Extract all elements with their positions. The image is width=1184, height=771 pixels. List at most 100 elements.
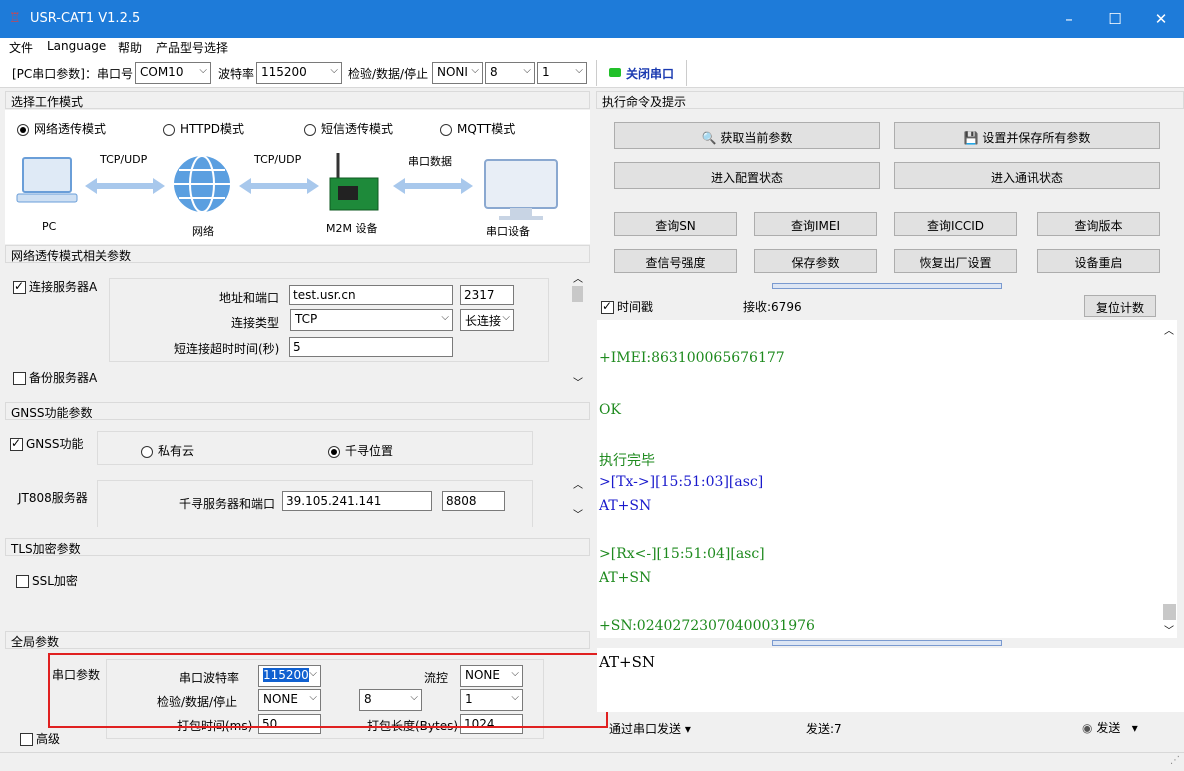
log-line: +IMEI:863100065676177 xyxy=(599,350,785,366)
mode-network[interactable]: 网络透传模式 xyxy=(17,120,106,137)
baud-select[interactable]: 115200 ⌵ xyxy=(256,62,342,84)
window-title: USR-CAT1 V1.2.5 xyxy=(30,11,141,26)
send-input-text: AT+SN xyxy=(599,653,655,671)
pc-icon xyxy=(16,157,78,203)
m2m-device-icon xyxy=(329,153,379,211)
conn-type-select[interactable]: TCP ⌵ xyxy=(290,309,453,331)
addr-label: 地址和端口 xyxy=(219,291,280,305)
gnss-scrollbar[interactable]: ︿ ﹀ xyxy=(570,476,585,524)
backup-a-checkbox[interactable]: 备份服务器A xyxy=(13,369,97,386)
timestamp-checkbox[interactable]: 时间戳 xyxy=(601,298,653,315)
query-sn-button[interactable]: 查询SN xyxy=(614,212,737,236)
get-params-button[interactable]: 🔍 获取当前参数 xyxy=(614,122,880,149)
reset-count-button[interactable]: 复位计数 xyxy=(1084,295,1156,317)
diagram-m2m-label: M2M 设备 xyxy=(326,222,378,235)
pc-params-label: [PC串口参数]：串口号 xyxy=(12,67,133,81)
close-button[interactable]: ✕ xyxy=(1138,0,1184,38)
parity-select[interactable]: NONI ⌵ xyxy=(432,62,483,84)
command-panel: 🔍 获取当前参数 💾 设置并保存所有参数 进入配置状态 进入通讯状态 查询SN … xyxy=(596,110,1184,285)
log-line: AT+SN xyxy=(599,498,652,514)
port-input[interactable]: 2317 xyxy=(460,285,514,305)
qianxun-radio[interactable]: 千寻位置 xyxy=(328,442,393,459)
chevron-down-icon: ⌵ xyxy=(523,65,531,76)
reboot-button[interactable]: 设备重启 xyxy=(1037,249,1160,273)
log-line: AT+SN xyxy=(599,570,652,586)
mode-mqtt[interactable]: MQTT模式 xyxy=(440,120,515,137)
log-line: OK xyxy=(599,402,621,418)
save-all-button[interactable]: 💾 设置并保存所有参数 xyxy=(894,122,1160,149)
timeout-input[interactable]: 5 xyxy=(289,337,453,357)
enter-config-button[interactable]: 进入配置状态 xyxy=(614,162,880,189)
menu-file[interactable]: 文件 xyxy=(9,39,33,56)
menu-product-model[interactable]: 产品型号选择 xyxy=(156,39,228,56)
gnss-checkbox[interactable]: GNSS功能 xyxy=(10,435,84,452)
maximize-button[interactable]: ☐ xyxy=(1092,0,1138,38)
work-mode-header: 选择工作模式 xyxy=(5,91,590,109)
close-port-button[interactable]: 关闭串口 xyxy=(596,60,687,86)
chevron-down-icon: ﹀ xyxy=(573,378,583,389)
stop-bits-select[interactable]: 1 ⌵ xyxy=(537,62,587,84)
qx-addr-input[interactable]: 39.105.241.141 xyxy=(282,491,432,511)
addr-input[interactable]: test.usr.cn xyxy=(289,285,453,305)
mode-sms[interactable]: 短信透传模式 xyxy=(304,120,393,137)
gnss-panel: GNSS功能 私有云 千寻位置 JT808服务器 千寻服务器和端口 39.105… xyxy=(5,421,590,527)
chevron-down-icon: ⌵ xyxy=(199,65,207,76)
net-params-scrollbar[interactable]: ︿ ﹀ xyxy=(570,270,585,389)
scroll-thumb xyxy=(1163,604,1176,620)
splitter-handle-bottom[interactable] xyxy=(772,640,1002,646)
private-cloud-radio[interactable]: 私有云 xyxy=(141,442,194,459)
query-iccid-button[interactable]: 查询ICCID xyxy=(894,212,1017,236)
highlight-box xyxy=(48,653,608,728)
advanced-checkbox[interactable]: 高级 xyxy=(20,730,60,747)
save-disk-icon: 💾 xyxy=(963,131,979,145)
mode-httpd[interactable]: HTTPD模式 xyxy=(163,120,244,137)
query-imei-button[interactable]: 查询IMEI xyxy=(754,212,877,236)
search-doc-icon: 🔍 xyxy=(701,131,717,145)
chevron-down-icon: ⌵ xyxy=(575,65,583,76)
conn-mode-select[interactable]: 长连接 ⌵ xyxy=(460,309,514,331)
factory-reset-button[interactable]: 恢复出厂设置 xyxy=(894,249,1017,273)
net-params-header: 网络透传模式相关参数 xyxy=(5,245,590,263)
chevron-down-icon: ⌵ xyxy=(502,312,510,323)
chevron-up-icon: ︿ xyxy=(573,480,583,491)
status-led-icon xyxy=(609,68,621,77)
query-version-button[interactable]: 查询版本 xyxy=(1037,212,1160,236)
send-button[interactable]: ◉ 发送 ▾ xyxy=(1082,719,1138,736)
ssl-checkbox[interactable]: SSL加密 xyxy=(16,572,78,589)
log-scrollbar[interactable]: ︿ ﹀ xyxy=(1162,320,1177,638)
qx-addr-label: 千寻服务器和端口 xyxy=(179,497,276,511)
menu-help[interactable]: 帮助 xyxy=(118,39,142,56)
chevron-down-icon: ⌵ xyxy=(330,65,338,76)
send-input[interactable]: AT+SN xyxy=(597,648,1184,712)
enter-comm-button[interactable]: 进入通讯状态 xyxy=(894,162,1160,189)
splitter-handle-top[interactable] xyxy=(772,283,1002,289)
data-bits-select[interactable]: 8 ⌵ xyxy=(485,62,535,84)
status-bar: ⋰ xyxy=(0,752,1184,771)
diagram-network-label: 网络 xyxy=(192,225,214,238)
chevron-down-icon: ﹀ xyxy=(1164,626,1174,637)
diagram-pc-label: PC xyxy=(42,220,57,233)
save-params-button[interactable]: 保存参数 xyxy=(754,249,877,273)
port-select[interactable]: COM10 ⌵ xyxy=(135,62,211,84)
log-line: >[Tx->][15:51:03][asc] xyxy=(599,474,764,490)
close-port-label: 关闭串口 xyxy=(626,67,675,81)
app-logo-icon: ♖ xyxy=(9,11,21,26)
log-line: +SN:02402723070400031976 xyxy=(599,618,815,634)
log-line: 执行完毕 xyxy=(599,453,655,469)
menu-language[interactable]: Language xyxy=(47,39,106,53)
menu-bar: 文件 Language 帮助 产品型号选择 xyxy=(0,38,1184,58)
diagram-serial-device-label: 串口设备 xyxy=(486,225,530,238)
diagram-serial-data-label: 串口数据 xyxy=(408,155,452,168)
jt808-label: JT808服务器 xyxy=(18,491,88,505)
minimize-button[interactable]: – xyxy=(1046,0,1092,38)
log-output[interactable]: +IMEI:863100065676177 OK 执行完毕 >[Tx->][15… xyxy=(597,320,1162,638)
title-bar: ♖ USR-CAT1 V1.2.5 – ☐ ✕ xyxy=(0,0,1184,38)
server-a-checkbox[interactable]: 连接服务器A xyxy=(13,278,97,295)
exec-header: 执行命令及提示 xyxy=(596,91,1184,109)
send-via-dropdown[interactable]: 通过串口发送 ▾ xyxy=(609,720,691,737)
query-signal-button[interactable]: 查信号强度 xyxy=(614,249,737,273)
tls-header: TLS加密参数 xyxy=(5,538,590,556)
toolbar: [PC串口参数]：串口号 COM10 ⌵ 波特率 115200 ⌵ 检验/数据/停止… xyxy=(0,58,1184,88)
global-header: 全局参数 xyxy=(5,631,590,649)
qx-port-input[interactable]: 8808 xyxy=(442,491,505,511)
